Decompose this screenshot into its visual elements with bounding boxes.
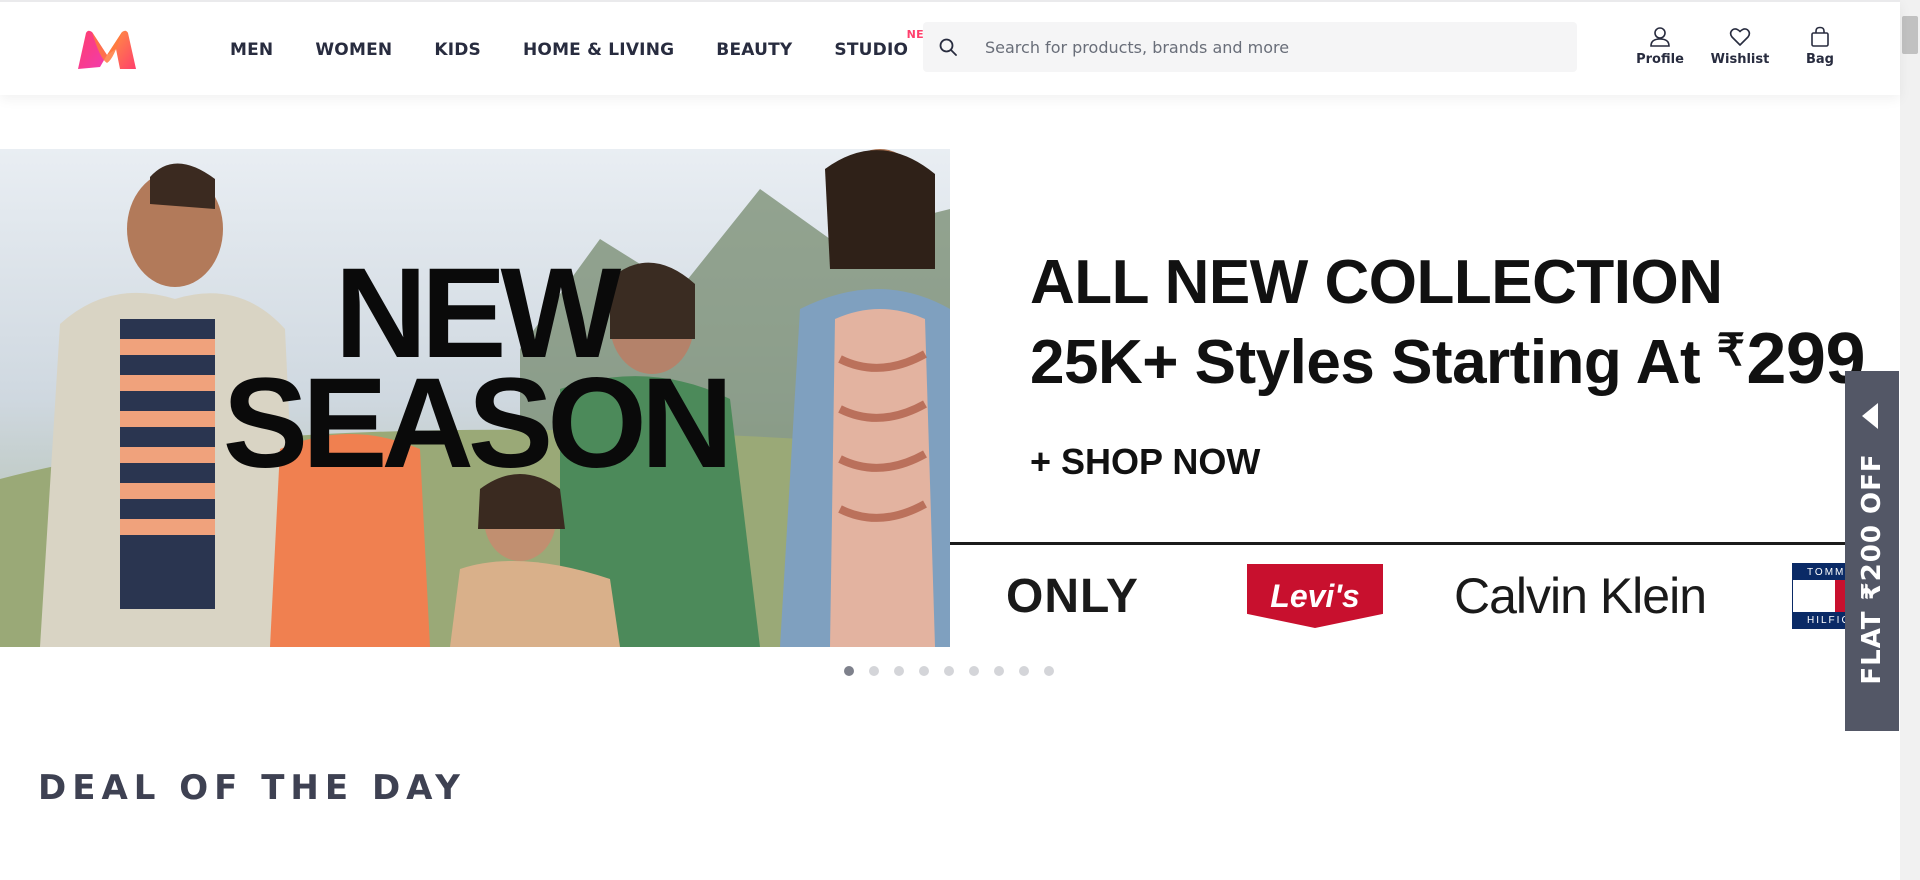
- hero-banner[interactable]: NEW SEASON ALL NEW COLLECTION 25K+ Style…: [0, 149, 1866, 647]
- coupon-tab[interactable]: FLAT ₹200 OFF: [1845, 371, 1899, 731]
- brand-only-logo: ONLY: [1006, 569, 1139, 623]
- promo-headline: ALL NEW COLLECTION: [1030, 248, 1723, 317]
- header-actions: Profile Wishlist Bag: [1620, 26, 1860, 67]
- caret-left-icon: [1862, 403, 1878, 429]
- carousel-dot[interactable]: [844, 666, 854, 676]
- bag-icon: [1811, 26, 1829, 47]
- carousel-dot[interactable]: [1044, 666, 1054, 676]
- carousel-dot[interactable]: [1019, 666, 1029, 676]
- hero-image: NEW SEASON: [0, 149, 950, 647]
- page-scrollbar[interactable]: [1900, 0, 1920, 880]
- nav-item-kids[interactable]: KIDS: [434, 40, 481, 60]
- nav-item-studio[interactable]: STUDIO NEW: [834, 28, 936, 60]
- user-icon: [1650, 27, 1670, 47]
- search-input[interactable]: [973, 22, 1577, 72]
- tommy-top-text: TOMMY: [1793, 564, 1845, 580]
- scrollbar-thumb[interactable]: [1902, 16, 1918, 54]
- profile-button[interactable]: Profile: [1620, 26, 1700, 67]
- carousel-dot[interactable]: [944, 666, 954, 676]
- brand-strip: ONLY Levi's Calvin Klein TOMMY HILFIGER: [950, 545, 1845, 647]
- carousel-dot[interactable]: [969, 666, 979, 676]
- top-header: MEN WOMEN KIDS HOME & LIVING BEAUTY STUD…: [0, 0, 1900, 95]
- hero-title-line-2: SEASON: [222, 352, 734, 496]
- hero-title: NEW SEASON: [215, 249, 735, 496]
- wishlist-label: Wishlist: [1710, 52, 1770, 67]
- tommy-flag: TOMMY HILFIGER: [1792, 563, 1845, 629]
- profile-label: Profile: [1636, 52, 1684, 67]
- deal-of-the-day-heading: DEAL OF THE DAY: [38, 768, 466, 808]
- promo-subheadline-text: 25K+ Styles Starting At: [1030, 328, 1717, 398]
- page: MEN WOMEN KIDS HOME & LIVING BEAUTY STUD…: [0, 0, 1920, 880]
- nav-item-studio-label: STUDIO: [834, 39, 909, 60]
- search-icon[interactable]: [923, 22, 973, 72]
- levis-logo-text: Levi's: [1247, 564, 1383, 628]
- brand-calvin-klein-logo: Calvin Klein: [1454, 568, 1707, 624]
- promo-text: ALL NEW COLLECTION 25K+ Styles Starting …: [1030, 247, 1866, 401]
- shop-now-link[interactable]: + SHOP NOW: [1030, 441, 1260, 483]
- nav-item-men[interactable]: MEN: [230, 40, 273, 60]
- coupon-text: FLAT ₹200 OFF: [1857, 453, 1887, 685]
- nav-item-home-living[interactable]: HOME & LIVING: [523, 40, 674, 60]
- wishlist-button[interactable]: Wishlist: [1700, 26, 1780, 67]
- myntra-logo[interactable]: [76, 29, 138, 71]
- nav-item-beauty[interactable]: BEAUTY: [716, 40, 792, 60]
- search-bar: [923, 22, 1577, 72]
- tommy-bottom-text: HILFIGER: [1793, 612, 1845, 628]
- carousel-dot[interactable]: [994, 666, 1004, 676]
- nav-item-women[interactable]: WOMEN: [315, 40, 392, 60]
- brand-levis-logo: Levi's: [1247, 545, 1383, 647]
- carousel-dot[interactable]: [869, 666, 879, 676]
- brand-tommy-logo: TOMMY HILFIGER: [1792, 545, 1845, 647]
- bag-button[interactable]: Bag: [1780, 26, 1860, 67]
- carousel-dot[interactable]: [894, 666, 904, 676]
- carousel-dot[interactable]: [919, 666, 929, 676]
- promo-subheadline: 25K+ Styles Starting At ₹299: [1030, 318, 1866, 401]
- heart-icon: [1729, 28, 1751, 46]
- bag-label: Bag: [1806, 52, 1834, 67]
- main-nav: MEN WOMEN KIDS HOME & LIVING BEAUTY STUD…: [230, 2, 950, 97]
- tommy-flag-mid: [1793, 580, 1845, 612]
- currency-symbol: ₹: [1716, 326, 1745, 376]
- carousel-dots: [844, 666, 1054, 676]
